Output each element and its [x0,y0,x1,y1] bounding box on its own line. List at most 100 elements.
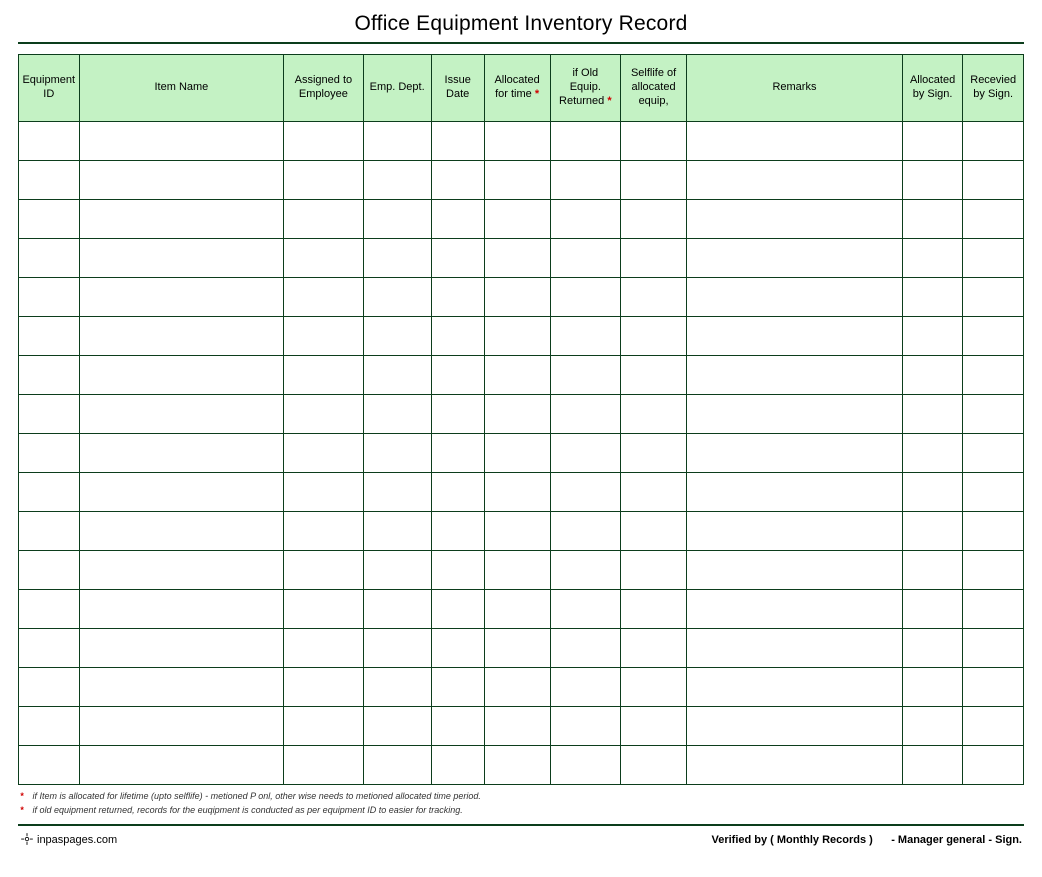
table-cell[interactable] [19,356,80,395]
table-cell[interactable] [79,473,284,512]
table-cell[interactable] [687,395,903,434]
table-cell[interactable] [484,278,550,317]
table-cell[interactable] [19,746,80,785]
table-cell[interactable] [19,239,80,278]
table-cell[interactable] [431,512,484,551]
table-cell[interactable] [19,161,80,200]
table-cell[interactable] [19,122,80,161]
table-cell[interactable] [550,161,620,200]
table-cell[interactable] [363,551,431,590]
table-cell[interactable] [79,356,284,395]
table-cell[interactable] [550,434,620,473]
table-cell[interactable] [431,239,484,278]
table-cell[interactable] [19,317,80,356]
table-cell[interactable] [687,239,903,278]
table-cell[interactable] [284,395,363,434]
table-cell[interactable] [902,239,963,278]
table-cell[interactable] [284,239,363,278]
table-cell[interactable] [431,200,484,239]
table-cell[interactable] [284,356,363,395]
table-cell[interactable] [550,356,620,395]
table-cell[interactable] [79,200,284,239]
table-cell[interactable] [902,395,963,434]
table-cell[interactable] [484,161,550,200]
table-cell[interactable] [484,512,550,551]
table-cell[interactable] [484,629,550,668]
table-cell[interactable] [284,317,363,356]
table-cell[interactable] [484,590,550,629]
table-cell[interactable] [363,395,431,434]
table-cell[interactable] [902,707,963,746]
table-cell[interactable] [687,473,903,512]
table-cell[interactable] [621,356,687,395]
table-cell[interactable] [79,512,284,551]
table-cell[interactable] [902,278,963,317]
table-cell[interactable] [550,239,620,278]
table-cell[interactable] [79,317,284,356]
table-cell[interactable] [687,590,903,629]
table-cell[interactable] [963,395,1024,434]
table-cell[interactable] [19,590,80,629]
table-cell[interactable] [963,161,1024,200]
table-cell[interactable] [550,473,620,512]
table-cell[interactable] [550,200,620,239]
table-cell[interactable] [621,668,687,707]
table-cell[interactable] [431,629,484,668]
table-cell[interactable] [19,200,80,239]
table-cell[interactable] [902,668,963,707]
table-cell[interactable] [963,707,1024,746]
table-cell[interactable] [550,629,620,668]
table-cell[interactable] [902,122,963,161]
table-cell[interactable] [19,629,80,668]
table-cell[interactable] [621,473,687,512]
table-cell[interactable] [431,161,484,200]
table-cell[interactable] [621,746,687,785]
table-cell[interactable] [284,161,363,200]
table-cell[interactable] [363,590,431,629]
table-cell[interactable] [902,746,963,785]
table-cell[interactable] [902,356,963,395]
table-cell[interactable] [963,746,1024,785]
table-cell[interactable] [19,434,80,473]
table-cell[interactable] [484,122,550,161]
table-cell[interactable] [431,746,484,785]
table-cell[interactable] [621,707,687,746]
table-cell[interactable] [687,434,903,473]
table-cell[interactable] [484,473,550,512]
table-cell[interactable] [963,551,1024,590]
table-cell[interactable] [284,473,363,512]
table-cell[interactable] [79,434,284,473]
table-cell[interactable] [79,707,284,746]
table-cell[interactable] [284,512,363,551]
table-cell[interactable] [550,512,620,551]
table-cell[interactable] [963,512,1024,551]
table-cell[interactable] [687,746,903,785]
table-cell[interactable] [431,278,484,317]
table-cell[interactable] [363,356,431,395]
table-cell[interactable] [621,395,687,434]
table-cell[interactable] [363,278,431,317]
table-cell[interactable] [19,551,80,590]
table-cell[interactable] [621,590,687,629]
table-cell[interactable] [484,395,550,434]
table-cell[interactable] [431,590,484,629]
table-cell[interactable] [902,551,963,590]
table-cell[interactable] [284,707,363,746]
table-cell[interactable] [484,239,550,278]
table-cell[interactable] [621,122,687,161]
table-cell[interactable] [284,551,363,590]
table-cell[interactable] [363,239,431,278]
table-cell[interactable] [687,629,903,668]
table-cell[interactable] [431,395,484,434]
table-cell[interactable] [19,473,80,512]
table-cell[interactable] [79,551,284,590]
table-cell[interactable] [963,200,1024,239]
table-cell[interactable] [484,356,550,395]
table-cell[interactable] [431,707,484,746]
table-cell[interactable] [687,161,903,200]
table-cell[interactable] [902,161,963,200]
table-cell[interactable] [284,434,363,473]
table-cell[interactable] [19,512,80,551]
table-cell[interactable] [363,161,431,200]
table-cell[interactable] [687,356,903,395]
